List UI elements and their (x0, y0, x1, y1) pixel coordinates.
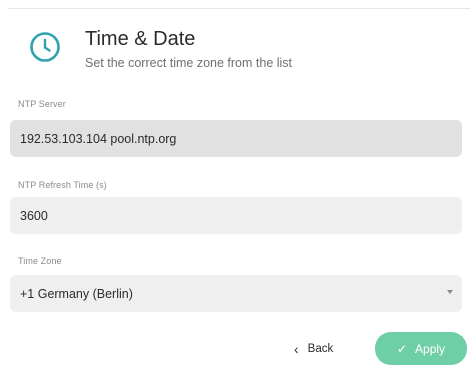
time-zone-label: Time Zone (18, 256, 62, 266)
ntp-refresh-value: 3600 (20, 208, 48, 223)
page-title: Time & Date (85, 28, 196, 50)
page-header: Time & Date Set the correct time zone fr… (28, 28, 292, 70)
ntp-server-input[interactable]: 192.53.103.104 pool.ntp.org (10, 120, 462, 157)
apply-button[interactable]: ✓ Apply (375, 332, 467, 365)
time-zone-value: +1 Germany (Berlin) (20, 286, 133, 301)
time-zone-select[interactable]: +1 Germany (Berlin) (10, 275, 462, 312)
top-divider (8, 8, 470, 9)
ntp-server-value: 192.53.103.104 pool.ntp.org (20, 131, 177, 146)
check-icon: ✓ (396, 341, 408, 356)
caret-down-icon (447, 290, 453, 294)
ntp-refresh-input[interactable]: 3600 (10, 197, 462, 234)
apply-button-label: Apply (415, 341, 446, 356)
back-button[interactable]: ‹ Back (294, 338, 333, 360)
header-text: Time & Date Set the correct time zone fr… (85, 28, 292, 70)
ntp-refresh-label: NTP Refresh Time (s) (18, 180, 107, 190)
ntp-server-label: NTP Server (18, 99, 66, 109)
page-subtitle: Set the correct time zone from the list (85, 56, 293, 70)
clock-icon (30, 32, 60, 62)
back-button-label: Back (307, 343, 334, 355)
chevron-left-icon: ‹ (294, 341, 299, 357)
